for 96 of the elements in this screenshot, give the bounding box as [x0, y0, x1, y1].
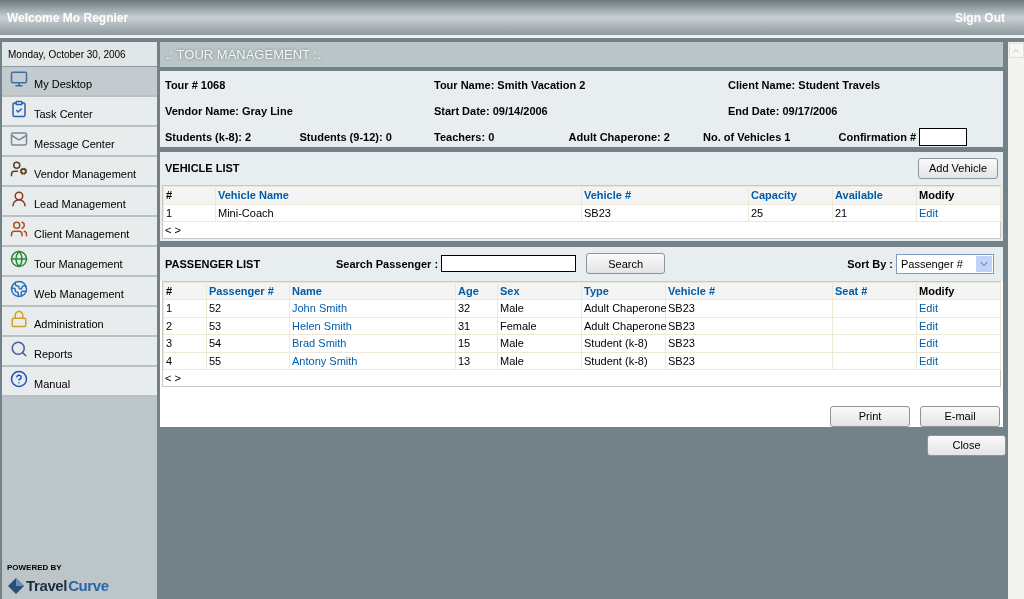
table-cell: Student (k-8) [584, 354, 648, 367]
pager[interactable]: < > [165, 224, 181, 236]
pager[interactable]: < > [165, 372, 181, 384]
close-button[interactable]: Close [927, 435, 1006, 456]
search-field[interactable] [441, 255, 577, 273]
table-cell: 2 [166, 319, 173, 332]
action-button[interactable]: Print [830, 406, 910, 427]
column-header[interactable]: Vehicle # [584, 189, 632, 201]
detail-text: End Date: 09/17/2006 [728, 103, 839, 119]
table-cell: Male [500, 354, 524, 367]
table-cell: 54 [209, 337, 222, 349]
table-cell: SB23 [668, 354, 695, 367]
table-cell: Mini-Coach [218, 206, 274, 219]
powered-by-label: POWERED BY [7, 561, 63, 574]
monitor-icon [10, 70, 28, 88]
column-header: Modify [919, 284, 955, 297]
search-button[interactable]: Search [586, 253, 666, 275]
table-cell: Student (k-8) [584, 337, 648, 349]
clipboard-icon [10, 100, 28, 118]
lock-icon [10, 310, 28, 328]
table-cell: SB23 [668, 337, 695, 349]
globe-icon [10, 280, 28, 298]
column-header: Modify [919, 189, 955, 201]
logo: TravelCurve [7, 574, 152, 597]
sidebar-item[interactable]: Web Management [2, 277, 157, 307]
table-cell: 53 [209, 319, 222, 332]
column-header[interactable]: Vehicle Name [218, 189, 289, 201]
table-cell: SB23 [668, 319, 695, 332]
table-cell: 4 [166, 354, 173, 367]
table-cell: 1 [166, 302, 173, 314]
search-label: Search Passenger : [336, 256, 439, 272]
person-icon [10, 160, 28, 178]
date-label: Monday, October 30, 2006 [8, 47, 126, 62]
help-icon [10, 370, 28, 388]
count-text: No. of Vehicles 1 [703, 129, 792, 145]
sort-label: Sort By : [847, 256, 893, 272]
table-link[interactable]: Edit [919, 354, 938, 367]
table-cell: SB23 [584, 206, 611, 219]
table-link[interactable]: Edit [919, 319, 938, 332]
sidebar-item[interactable]: Vendor Management [2, 157, 157, 187]
sidebar-item[interactable]: Client Management [2, 217, 157, 247]
table-cell: 55 [209, 354, 222, 367]
count-text: Teachers: 0 [434, 129, 496, 145]
sidebar-item[interactable]: Tour Management [2, 247, 157, 277]
sidebar-item[interactable]: Message Center [2, 127, 157, 157]
table-cell: 21 [835, 206, 848, 219]
column-header: # [166, 284, 173, 297]
sidebar-item[interactable]: Task Center [2, 97, 157, 127]
section-title: PASSENGER LIST [165, 256, 262, 272]
scrollbar[interactable] [1008, 42, 1024, 599]
table-cell: 1 [166, 206, 173, 219]
table-cell: Adult Chaperone [584, 302, 667, 314]
count-text: Students (k-8): 2 [165, 129, 253, 145]
section-title: VEHICLE LIST [165, 161, 240, 177]
person-icon [10, 190, 28, 208]
table-cell: Male [500, 337, 524, 349]
confirmation-field[interactable] [919, 128, 968, 146]
confirmation-label: Confirmation # [838, 129, 917, 145]
page-title: .: TOUR MANAGEMENT :. [166, 45, 321, 64]
table-cell: 31 [458, 319, 471, 332]
table-cell: 15 [458, 337, 471, 349]
table-link[interactable]: Edit [919, 302, 938, 314]
sidebar-item[interactable]: My Desktop [2, 67, 157, 97]
welcome-text: Welcome Mo Regnier [7, 10, 129, 27]
sidebar-item[interactable]: Manual [2, 367, 157, 397]
table-cell: 52 [209, 302, 222, 314]
table-cell: SB23 [668, 302, 695, 314]
detail-text: Client Name: Student Travels [728, 78, 882, 93]
table-link[interactable]: Edit [919, 206, 938, 219]
count-text: Students (9-12): 0 [299, 129, 393, 145]
envelope-icon [10, 130, 28, 148]
globe-icon [10, 250, 28, 268]
table-cell: Adult Chaperone [584, 319, 667, 332]
table-link[interactable]: Edit [919, 337, 938, 349]
column-header[interactable]: Sex [500, 284, 520, 297]
detail-text: Tour # 1068 [165, 78, 227, 93]
magnifier-icon [10, 340, 28, 358]
sidebar-item[interactable]: Administration [2, 307, 157, 337]
table-cell: 25 [751, 206, 764, 219]
sort-dropdown[interactable]: Passenger # [896, 253, 994, 274]
table-cell: 13 [458, 354, 471, 367]
count-text: Adult Chaperone: 2 [568, 129, 671, 145]
detail-text: Start Date: 09/14/2006 [434, 103, 549, 119]
action-button[interactable]: E-mail [920, 406, 1000, 427]
detail-text: Vendor Name: Gray Line [165, 103, 294, 119]
add-vehicle-button[interactable]: Add Vehicle [918, 158, 998, 179]
sidebar-item[interactable]: Lead Management [2, 187, 157, 217]
people-icon [10, 220, 28, 238]
sidebar-item[interactable]: Reports [2, 337, 157, 367]
column-header: # [166, 189, 173, 201]
table-cell: Female [500, 319, 537, 332]
detail-text: Tour Name: Smith Vacation 2 [434, 78, 587, 93]
table-cell: Male [500, 302, 524, 314]
table-cell: 3 [166, 337, 173, 349]
table-cell: 32 [458, 302, 471, 314]
column-header[interactable]: Name [292, 284, 322, 297]
